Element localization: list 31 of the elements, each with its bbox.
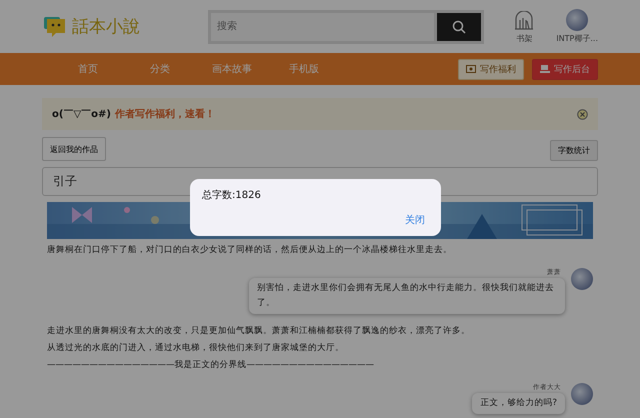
laptop-icon [540,65,550,73]
user-link[interactable]: INTP椰子... [556,9,598,44]
avatar [566,9,588,31]
close-button[interactable]: 关闭 [401,213,429,227]
notice-link[interactable]: 作者写作福利，速看！ [114,107,215,121]
avatar [571,268,593,290]
dialog-message: 总字数:1826 [202,188,262,202]
story-paragraph: 走进水里的唐舞桐没有太大的改变，只是更加仙气飘飘。萧萧和江楠楠都获得了飘逸的纱衣，漂亮了许多。 [47,324,471,338]
nav-link[interactable]: 首页 [52,62,124,76]
word-count-button[interactable]: 字数统计 [550,140,598,161]
nav-link[interactable]: 手机版 [268,62,340,76]
chat-bubble: 正文，够给力的吗? [472,393,565,414]
nav-link[interactable]: 分类 [124,62,196,76]
bookshelf-icon [514,11,534,31]
writing-bonus-button[interactable]: 写作福利 [458,58,524,80]
story-paragraph: 唐舞桐在门口停下了船，对门口的白衣少女说了同样的话，然后便从边上的一个冰晶楼梯往水里走去。 [47,244,453,257]
logo-text[interactable]: 話本小說 [72,15,140,38]
story-paragraph: ———————————————我是正文的分界线——————————————— [47,359,375,372]
search-field[interactable]: 搜索 [208,10,434,44]
story-paragraph: 从透过光的水底的门进入，通过水电梯，很快他们来到了唐家城堡的大厅。 [47,342,345,355]
chat-bubble: 别害怕，走进水里你们会拥有无尾人鱼的水中行走能力。很快我们就能进去了。 [249,278,565,314]
back-button[interactable]: 返回我的作品 [42,137,106,161]
search-icon [452,20,466,34]
nav-link[interactable]: 画本故事 [196,62,268,76]
emoticon: o(￣▽￣o#) [52,108,111,121]
bookshelf-link[interactable]: 书架 [514,11,534,44]
writing-backend-button[interactable]: 写作后台 [532,58,598,80]
money-icon [466,65,476,73]
close-icon[interactable] [577,108,588,120]
avatar [571,383,593,405]
search-button[interactable] [434,10,484,44]
